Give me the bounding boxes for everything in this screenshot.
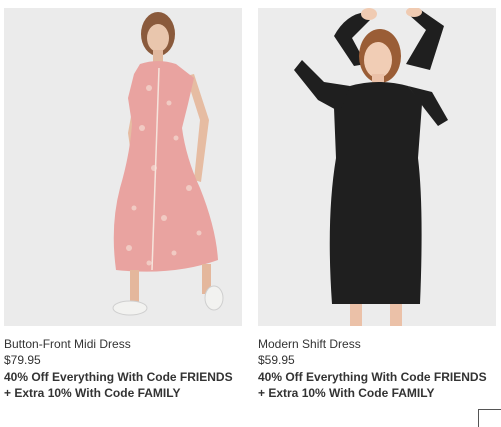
product-name[interactable]: Modern Shift Dress — [258, 336, 496, 352]
product-card[interactable]: Button-Front Midi Dress $79.95 40% Off E… — [4, 8, 242, 401]
product-name[interactable]: Button-Front Midi Dress — [4, 336, 242, 352]
product-price: $59.95 — [258, 353, 295, 367]
product-price: $79.95 — [4, 353, 41, 367]
product-image[interactable] — [258, 8, 496, 326]
model-in-pink-dress-illustration — [4, 8, 242, 326]
model-in-black-dress-illustration — [258, 8, 496, 326]
product-card[interactable]: Modern Shift Dress $59.95 40% Off Everyt… — [258, 8, 496, 401]
promo-text: 40% Off Everything With Code FRIENDS + E… — [4, 370, 233, 400]
product-info: Modern Shift Dress $59.95 40% Off Everyt… — [258, 336, 496, 401]
promo-text: 40% Off Everything With Code FRIENDS + E… — [258, 370, 487, 400]
product-grid: Button-Front Midi Dress $79.95 40% Off E… — [0, 0, 501, 427]
product-image[interactable] — [4, 8, 242, 326]
scroll-corner-widget[interactable] — [478, 409, 501, 427]
product-info: Button-Front Midi Dress $79.95 40% Off E… — [4, 336, 242, 401]
